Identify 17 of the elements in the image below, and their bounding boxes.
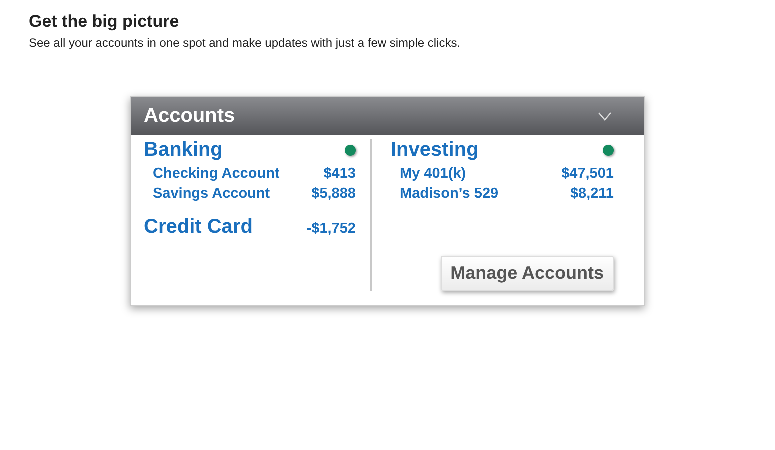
account-amount: $5,888 — [312, 186, 356, 202]
account-amount: $8,211 — [570, 186, 614, 202]
intro-subtitle: See all your accounts in one spot and make updates with just a few simple clicks. — [29, 36, 462, 50]
account-name[interactable]: Madison’s 529 — [400, 186, 499, 202]
chevron-down-icon[interactable] — [598, 112, 612, 120]
account-amount: $413 — [324, 166, 356, 182]
group-heading[interactable]: Investing — [391, 139, 479, 162]
group-heading[interactable]: Banking — [144, 139, 223, 162]
account-name[interactable]: My 401(k) — [400, 166, 466, 182]
account-amount: -$1,752 — [306, 221, 356, 237]
panel-title: Accounts — [144, 104, 236, 128]
account-name[interactable]: Checking Account — [153, 166, 280, 182]
account-name[interactable]: Savings Account — [153, 186, 270, 202]
intro-title: Get the big picture — [29, 12, 180, 32]
account-amount: $47,501 — [562, 166, 614, 182]
group-heading[interactable]: Credit Card — [144, 216, 253, 239]
manage-accounts-button[interactable]: Manage Accounts — [440, 256, 614, 291]
